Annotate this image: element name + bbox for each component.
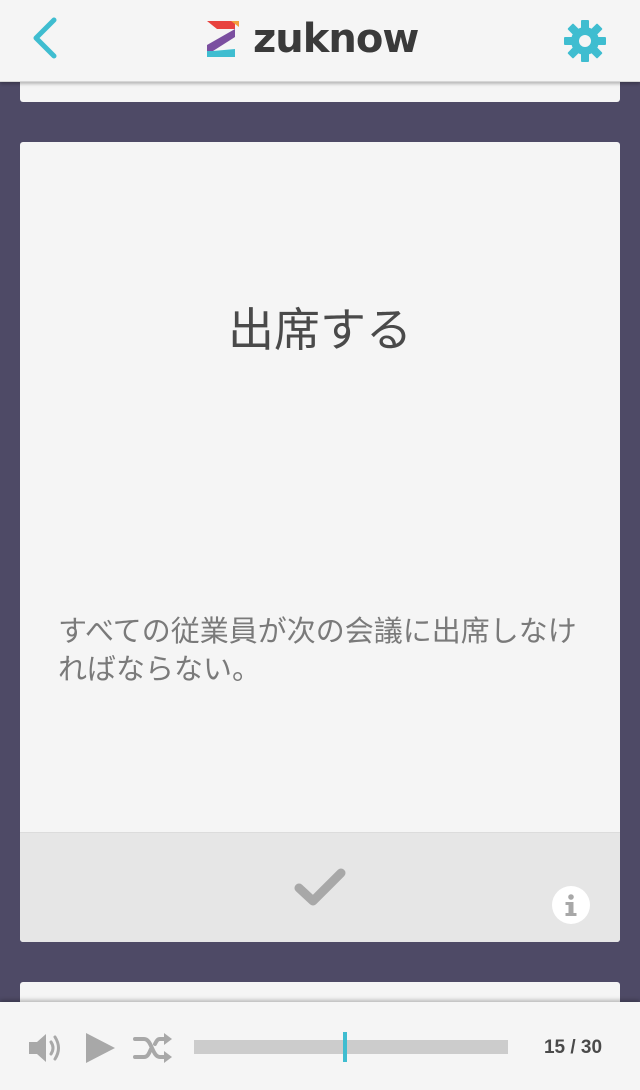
card-footer <box>20 832 620 942</box>
gear-icon <box>564 20 606 62</box>
checkmark-icon <box>294 868 346 906</box>
player-bar: 15 / 30 <box>0 1002 640 1090</box>
shuffle-icon <box>133 1033 172 1063</box>
play-icon <box>86 1033 115 1063</box>
speaker-icon <box>29 1034 60 1062</box>
card-example-sentence: すべての従業員が次の会議に出席しなければならない。 <box>58 614 577 686</box>
volume-button[interactable] <box>26 1030 66 1066</box>
progress-thumb[interactable] <box>342 1032 347 1062</box>
flashcard[interactable]: 出席する すべての従業員が次の会議に出席しなければならない。 <box>20 142 620 942</box>
brand-name: zuknow <box>253 16 419 62</box>
card-word: 出席する <box>228 303 412 357</box>
app-header: zuknow <box>0 0 640 82</box>
chevron-left-icon <box>33 17 57 59</box>
progress-slider[interactable] <box>194 1032 508 1062</box>
card-counter: 15 / 30 <box>543 1037 603 1058</box>
app-logo: zuknow <box>205 16 419 62</box>
shuffle-button[interactable] <box>132 1032 174 1064</box>
back-button[interactable] <box>22 12 70 64</box>
zuknow-logo-icon <box>207 21 239 57</box>
mark-learned-button[interactable] <box>294 866 346 908</box>
play-button[interactable] <box>82 1030 118 1066</box>
info-button[interactable] <box>552 886 590 924</box>
settings-button[interactable] <box>560 16 610 66</box>
info-icon <box>565 894 577 916</box>
